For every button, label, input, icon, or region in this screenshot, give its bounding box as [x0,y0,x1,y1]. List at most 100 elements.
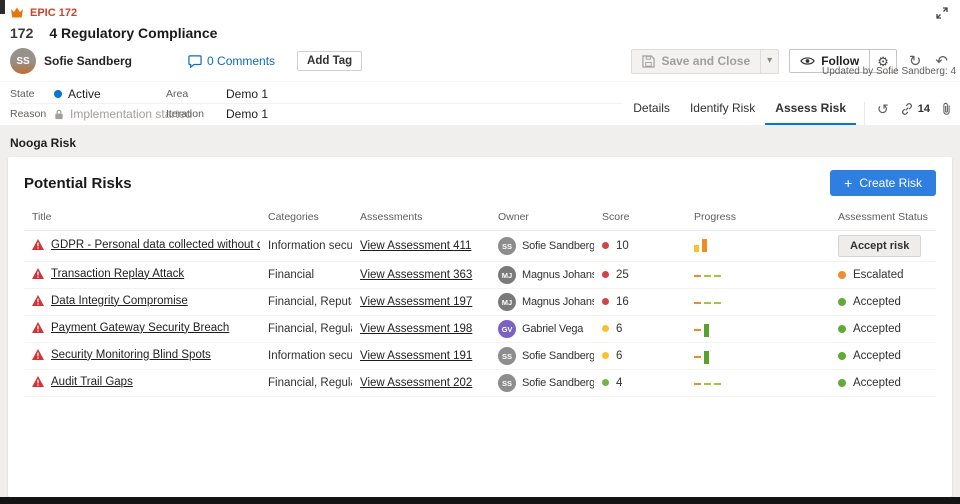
state-value[interactable]: Active [44,87,166,101]
progress-bar [704,323,709,337]
lock-icon [54,109,64,120]
progress-dash [704,382,711,385]
status-label: Accepted [853,322,901,335]
status-label: Accepted [853,295,901,308]
status-label: Accepted [853,349,901,362]
state-area-row: State Active Area Demo 1 [10,84,624,104]
comment-icon [188,54,202,68]
risk-title-link[interactable]: Security Monitoring Blind Spots [51,349,211,361]
comments-link[interactable]: 0 Comments [188,54,275,68]
save-options-chevron[interactable]: ▾ [760,49,778,73]
window-edge [0,0,5,14]
owner-avatar[interactable]: SS [10,48,36,74]
reason-iteration-row: Reason Implementation started Iteration … [10,104,623,124]
epic-breadcrumb-row: EPIC 172 [0,0,960,22]
links-button[interactable]: 14 [900,102,930,116]
title-row: 172 4 Regulatory Compliance [0,22,960,46]
progress-dash [714,301,721,304]
create-risk-button[interactable]: + Create Risk [830,170,936,196]
progress-dash [694,274,701,277]
status-badge: Accepted [838,323,901,335]
tab-details[interactable]: Details [623,92,680,125]
owner-name: Magnus Johansson [522,296,594,308]
tabs-zone: Details Identify Risk Assess Risk ↺ 14 [623,82,960,125]
progress-chart [694,237,707,252]
score-dot [602,352,609,360]
eye-icon [800,56,815,66]
progress-dash [714,382,721,385]
potential-risks-card: Potential Risks + Create Risk Title Categ… [8,157,952,497]
tab-assess-risk[interactable]: Assess Risk [765,92,857,125]
risk-table-row[interactable]: Security Monitoring Blind Spots Informat… [24,342,936,370]
progress-dash [694,355,701,358]
progress-dash [694,328,701,331]
risk-table-row[interactable]: Payment Gateway Security Breach Financia… [24,315,936,343]
risk-title-link[interactable]: Data Integrity Compromise [51,295,188,307]
progress-chart [694,268,721,283]
status-dot [838,270,846,279]
expand-icon[interactable] [934,5,950,21]
area-value[interactable]: Demo 1 [216,87,623,101]
risk-title-link[interactable]: Transaction Replay Attack [51,268,184,280]
risk-categories: Financial [260,261,352,289]
risk-title-link[interactable]: GDPR - Personal data collected without c… [51,239,260,251]
status-badge: Accepted [838,377,901,389]
links-count: 14 [917,103,930,115]
save-and-close-button[interactable]: Save and Close [632,50,760,73]
iteration-value[interactable]: Demo 1 [216,107,623,121]
plus-icon: + [844,175,853,191]
progress-bar [702,239,707,252]
score-dot [602,298,609,306]
progress-chart [694,349,709,364]
assessment-link[interactable]: View Assessment 191 [360,350,472,362]
work-item-title[interactable]: 4 Regulatory Compliance [49,25,217,41]
score-value: 16 [616,295,629,308]
owner-name[interactable]: Sofie Sandberg [44,54,132,68]
risk-table-row[interactable]: Audit Trail Gaps Financial, Regulatory V… [24,369,936,397]
owner-avatar: SS [498,237,516,255]
assessment-status-cell: Accept risk [830,230,936,262]
risk-warning-icon [32,268,44,280]
history-icon[interactable]: ↺ [877,102,889,116]
progress-dash [714,274,721,277]
status-badge: Accepted [838,350,901,362]
tab-identify-risk[interactable]: Identify Risk [680,92,765,125]
status-dot [838,378,846,387]
risk-title-link[interactable]: Audit Trail Gaps [51,376,133,388]
progress-dash [704,301,711,304]
owner-name: Sofie Sandberg [522,240,594,252]
work-item-page: EPIC 172 172 4 Regulatory Compliance SS … [0,0,960,504]
save-icon [642,54,656,68]
column-header: Progress [686,204,830,231]
risk-categories: Financial, Regulatory [260,315,352,343]
risk-categories: Information security... [260,230,352,262]
risk-table-row[interactable]: Transaction Replay Attack Financial View… [24,261,936,289]
assessment-link[interactable]: View Assessment 197 [360,296,472,308]
add-tag-button[interactable]: Add Tag [297,51,363,71]
attachments-icon[interactable] [941,102,952,116]
assessment-link[interactable]: View Assessment 198 [360,323,472,335]
assessment-link[interactable]: View Assessment 411 [360,240,471,252]
risks-table: Title Categories Assessments Owner Score Prog… [24,204,936,397]
risks-tbody: GDPR - Personal data collected without c… [24,230,936,397]
work-item-header: EPIC 172 172 4 Regulatory Compliance SS … [0,0,960,125]
score-value: 25 [616,268,629,281]
progress-bar [704,350,709,364]
status-dot [838,324,846,333]
assessment-link[interactable]: View Assessment 202 [360,377,472,389]
reason-value: Implementation started [44,107,192,121]
epic-label: EPIC 172 [30,7,78,19]
accept-risk-button[interactable]: Accept risk [838,235,922,257]
progress-bar [694,245,699,252]
link-icon [900,102,914,116]
status-label: Escalated [853,268,904,281]
status-label: Accepted [853,376,901,389]
column-header: Title [24,204,260,231]
risk-table-row[interactable]: Data Integrity Compromise Financial, Rep… [24,288,936,316]
risk-table-row[interactable]: GDPR - Personal data collected without c… [24,230,936,262]
updated-by-text: Updated by Sofie Sandberg: 4 [822,66,956,77]
score-dot [602,379,609,387]
assessment-link[interactable]: View Assessment 363 [360,269,472,281]
risk-title-link[interactable]: Payment Gateway Security Breach [51,322,229,334]
comments-label: 0 Comments [207,54,276,68]
